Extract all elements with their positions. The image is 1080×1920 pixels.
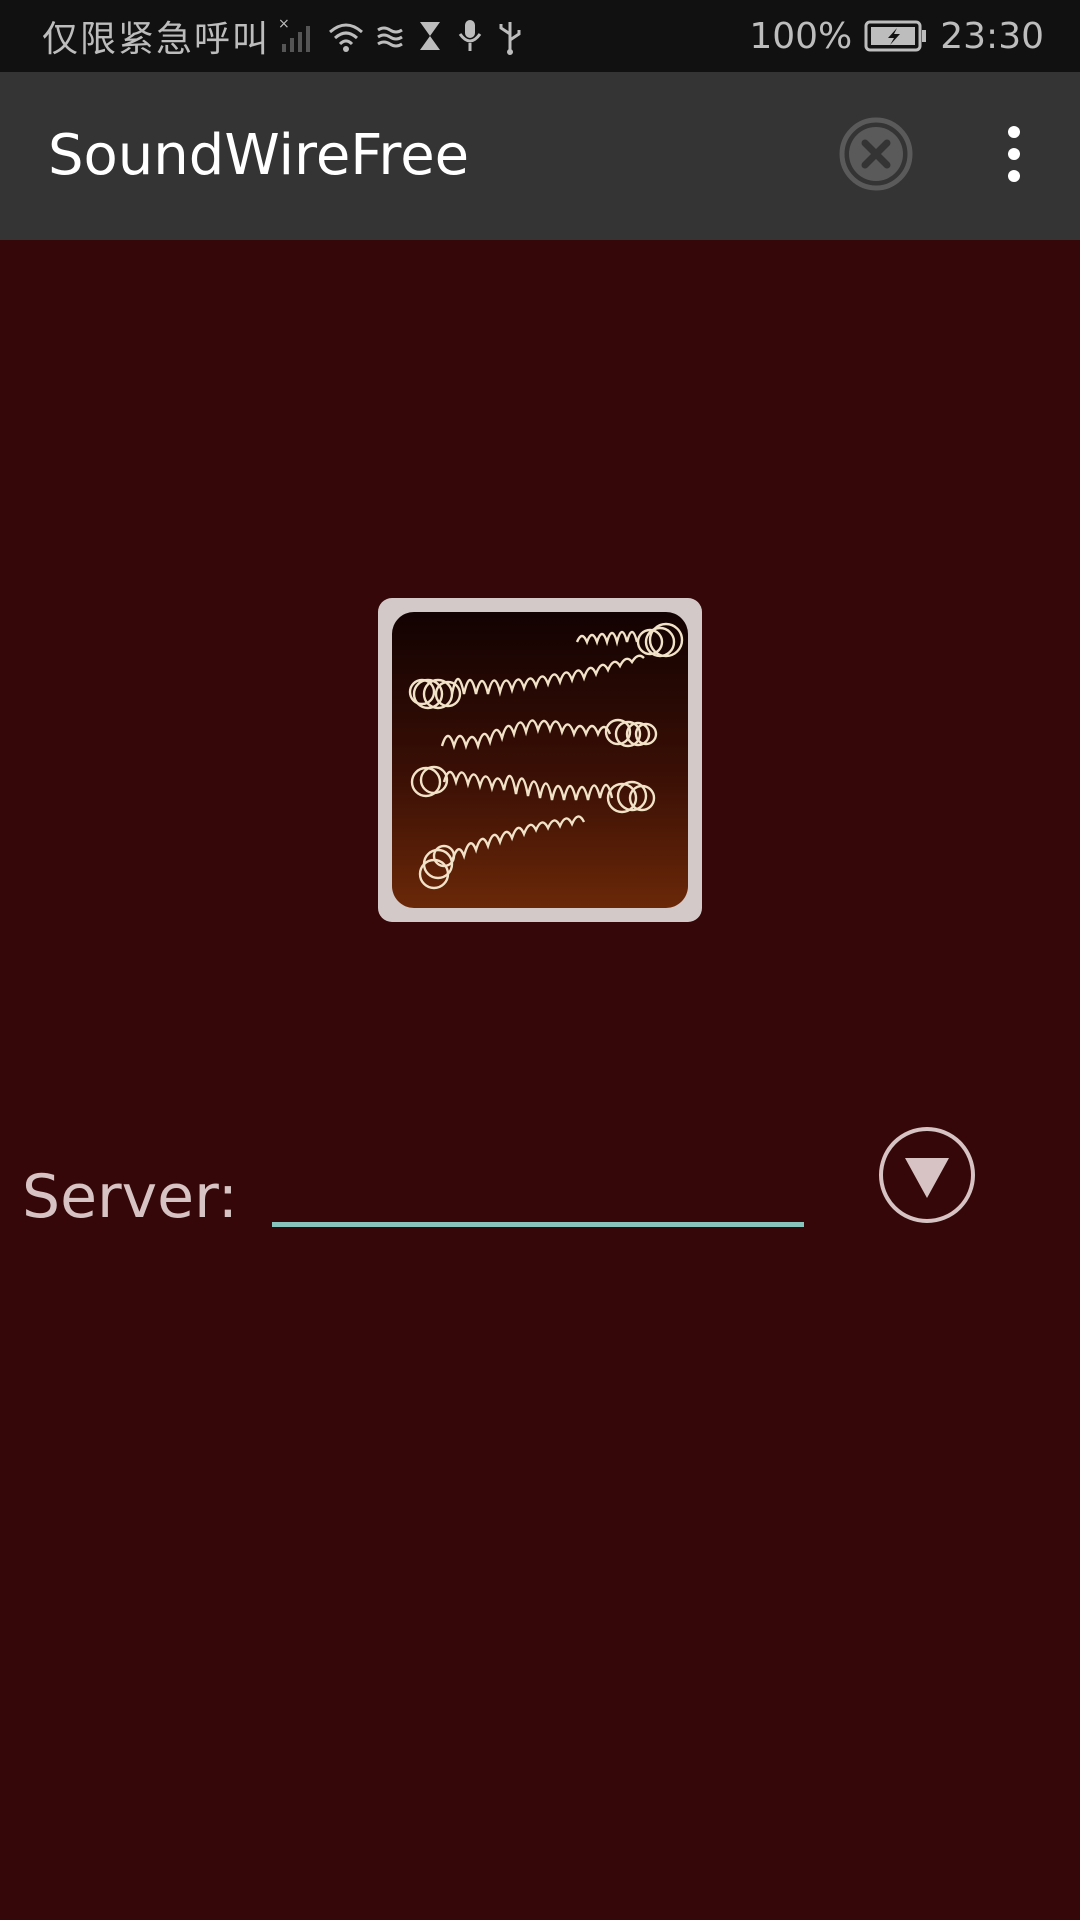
status-right: 100% 23:30 bbox=[749, 0, 1044, 72]
hourglass-icon bbox=[414, 16, 446, 56]
more-vert-icon[interactable] bbox=[992, 124, 1036, 184]
signal-icon: × bbox=[278, 16, 318, 56]
carrier-text: 仅限紧急呼叫 bbox=[42, 19, 271, 60]
clock: 23:30 bbox=[940, 15, 1044, 57]
usb-icon bbox=[494, 16, 526, 56]
svg-text:×: × bbox=[278, 16, 290, 32]
battery-percent: 100% bbox=[749, 15, 853, 57]
status-left: 仅限紧急呼叫 × bbox=[42, 0, 526, 72]
soundwire-logo bbox=[378, 598, 702, 922]
server-input[interactable] bbox=[272, 1150, 804, 1227]
app-bar: SoundWireFree bbox=[0, 72, 1080, 240]
data-icon bbox=[374, 16, 406, 56]
server-label: Server: bbox=[22, 1162, 238, 1232]
close-circle-icon[interactable] bbox=[838, 116, 914, 192]
battery-icon bbox=[864, 18, 928, 54]
status-bar: 仅限紧急呼叫 × 100% 23:30 bbox=[0, 0, 1080, 72]
app-title: SoundWireFree bbox=[48, 123, 470, 188]
wifi-icon bbox=[326, 16, 366, 56]
dropdown-triangle-icon[interactable] bbox=[876, 1124, 978, 1226]
mic-icon bbox=[454, 16, 486, 56]
